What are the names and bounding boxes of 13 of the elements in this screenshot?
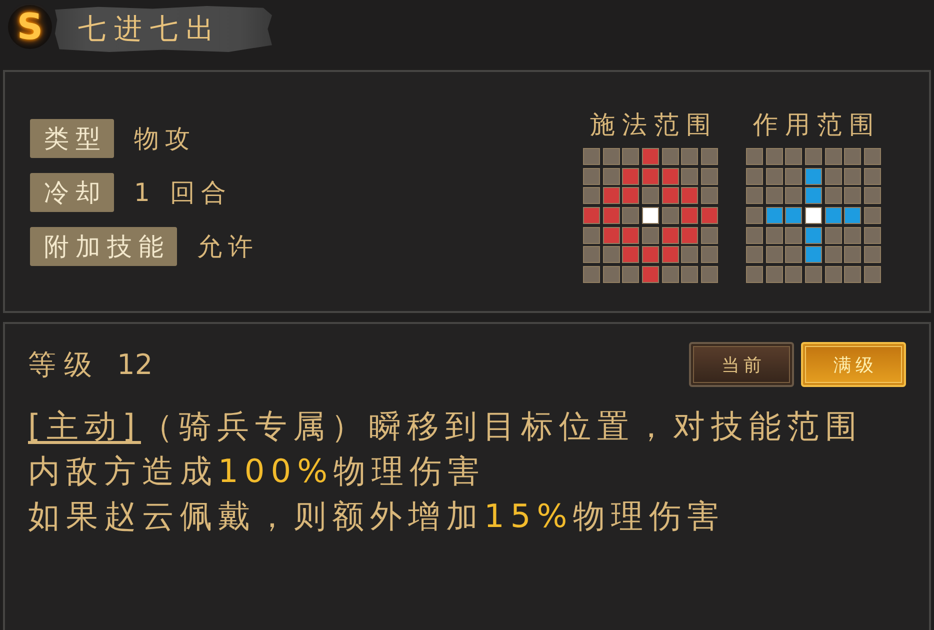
attribute-value: 物攻 xyxy=(134,123,196,155)
skill-tag-link[interactable]: [主动] xyxy=(28,407,141,445)
skill-title: 七进七出 xyxy=(78,12,222,46)
range-title: 施法范围 xyxy=(589,110,718,140)
attribute-value: 1 回合 xyxy=(134,177,232,209)
range-title: 作用范围 xyxy=(752,110,881,140)
attribute-value: 允许 xyxy=(197,231,259,263)
level-value: 12 xyxy=(117,348,153,380)
attribute-label: 附加技能 xyxy=(30,227,177,266)
level-tab[interactable]: 当前 xyxy=(689,342,794,387)
attribute-label: 类型 xyxy=(30,119,114,158)
attribute-label: 冷却 xyxy=(30,173,114,212)
level-label: 等级 xyxy=(28,346,100,382)
